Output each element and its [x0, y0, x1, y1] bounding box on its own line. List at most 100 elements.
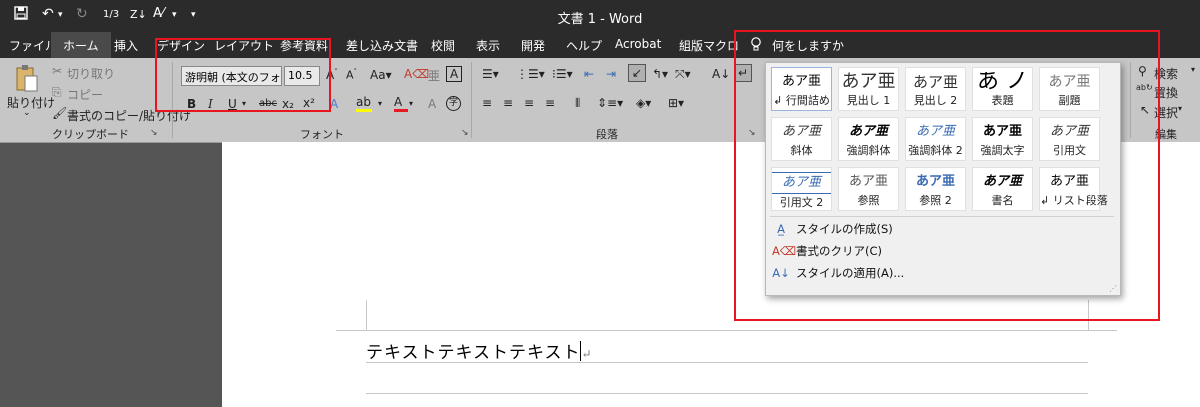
bold-button[interactable]: B: [187, 97, 196, 111]
enclose-character-icon[interactable]: 字: [446, 96, 461, 111]
paste-dropdown-icon[interactable]: ⌄: [23, 108, 31, 118]
tab-view[interactable]: 表示: [476, 37, 500, 54]
select-button[interactable]: 選択: [1154, 104, 1178, 121]
tell-me-search[interactable]: 何をしますか: [772, 37, 844, 54]
tab-insert[interactable]: 挿入: [114, 37, 138, 54]
text-effects-icon[interactable]: A: [330, 97, 338, 111]
style-name: 書名: [991, 194, 1014, 207]
style-tile[interactable]: あア亜 見出し 2: [905, 67, 966, 111]
tab-kumihan-macro[interactable]: 組版マクロ: [679, 37, 739, 54]
style-tile[interactable]: あア亜 書名: [972, 167, 1033, 211]
strikethrough-button[interactable]: abc: [259, 98, 277, 109]
style-tile[interactable]: あア亜 強調斜体: [838, 117, 899, 161]
multilevel-list-icon[interactable]: ⁝☰▾: [552, 67, 573, 81]
style-tile[interactable]: あア亜 斜体: [771, 117, 832, 161]
font-color-icon[interactable]: A: [394, 95, 408, 112]
grow-font-icon[interactable]: A˄: [326, 68, 338, 82]
tab-developer[interactable]: 開発: [521, 37, 545, 54]
tab-review[interactable]: 校閲: [431, 37, 455, 54]
create-style-icon: A̲: [777, 222, 785, 236]
cut-icon[interactable]: ✂: [52, 64, 62, 78]
highlight-color-icon[interactable]: ab: [356, 95, 372, 112]
change-case-icon[interactable]: Aa▾: [370, 68, 392, 82]
shrink-font-icon[interactable]: A˅: [346, 68, 357, 82]
apply-styles-menu-item[interactable]: A↓ スタイルの適用(A)...: [772, 265, 1112, 285]
font-color-dropdown-icon[interactable]: ▾: [409, 99, 413, 108]
italic-button[interactable]: I: [208, 97, 213, 111]
style-tile[interactable]: あ ノ表題: [972, 67, 1033, 111]
cut-button[interactable]: 切り取り: [67, 65, 115, 82]
sort-paragraph-icon[interactable]: ↰▾: [652, 67, 668, 81]
replace-button[interactable]: 置換: [1154, 84, 1178, 101]
style-sample: あア亜: [848, 174, 888, 189]
paste-button[interactable]: 貼り付け: [7, 94, 55, 111]
clear-all-formatting-icon[interactable]: A⌫: [404, 67, 429, 81]
create-style-menu-item[interactable]: A̲ スタイルの作成(S): [772, 221, 1112, 241]
style-tile[interactable]: あア亜 副題: [1039, 67, 1100, 111]
group-separator: [1130, 62, 1131, 138]
clipboard-launcher-icon[interactable]: ↘: [150, 128, 158, 138]
subscript-button[interactable]: x₂: [282, 97, 294, 111]
style-tile[interactable]: あア亜 参照 2: [905, 167, 966, 211]
align-left-icon[interactable]: ≡: [482, 96, 492, 110]
bullets-icon[interactable]: ☰▾: [482, 67, 499, 81]
borders-icon[interactable]: ⊞▾: [668, 96, 684, 110]
style-tile[interactable]: あア亜 参照: [838, 167, 899, 211]
resize-grip-icon[interactable]: ⋰: [1109, 284, 1117, 293]
tab-acrobat[interactable]: Acrobat: [615, 37, 661, 51]
underline-button[interactable]: U: [228, 97, 237, 111]
copy-button[interactable]: コピー: [67, 86, 103, 103]
paste-icon[interactable]: [14, 64, 40, 97]
tab-mailings[interactable]: 差し込み文書: [346, 37, 418, 54]
find-button[interactable]: 検索: [1154, 65, 1178, 82]
distributed-icon[interactable]: ⦀: [575, 96, 580, 111]
justify-icon[interactable]: ≡: [545, 96, 555, 110]
font-launcher-icon[interactable]: ↘: [461, 128, 469, 138]
tab-design[interactable]: デザイン: [157, 37, 205, 54]
replace-icon[interactable]: ab↻: [1136, 83, 1153, 92]
align-right-icon[interactable]: ≡: [524, 96, 534, 110]
tab-help[interactable]: ヘルプ: [566, 37, 602, 54]
line-spacing-icon[interactable]: ⇕≡▾: [597, 96, 623, 110]
highlight-dropdown-icon[interactable]: ▾: [378, 99, 382, 108]
underline-dropdown-icon[interactable]: ▾: [242, 99, 246, 108]
text-direction-icon[interactable]: ↙: [628, 64, 647, 82]
paragraph-launcher-icon[interactable]: ↘: [748, 128, 756, 138]
style-tile[interactable]: あア亜 見出し 1: [838, 67, 899, 111]
group-separator: [471, 62, 472, 138]
clear-formatting-menu-item[interactable]: A⌫書式のクリア(C): [772, 243, 1112, 263]
shading-icon[interactable]: ◈▾: [636, 96, 651, 110]
select-dropdown-icon[interactable]: ▾: [1178, 104, 1182, 113]
find-dropdown-icon[interactable]: ▾: [1191, 65, 1195, 74]
document-body-text[interactable]: テキストテキストテキスト↵: [366, 338, 593, 363]
style-tile[interactable]: あア亜 ↲ リスト段落: [1039, 167, 1108, 211]
asian-layout-icon[interactable]: ⤧▾: [675, 67, 691, 82]
tab-file[interactable]: ファイル: [9, 37, 57, 54]
increase-indent-icon[interactable]: ⇥: [606, 67, 616, 81]
sort-az-icon[interactable]: A↓: [712, 67, 730, 81]
tab-references[interactable]: 参考資料: [280, 37, 328, 54]
font-size-box[interactable]: 10.5: [284, 66, 320, 86]
tab-home[interactable]: ホーム: [51, 32, 111, 58]
style-tile[interactable]: あア亜 引用文 2: [771, 167, 832, 211]
decrease-indent-icon[interactable]: ⇤: [584, 67, 594, 81]
phonetic-guide-icon[interactable]: 亜: [428, 67, 440, 84]
format-painter-icon[interactable]: 🖌: [52, 106, 67, 120]
copy-icon[interactable]: ⎘: [52, 85, 62, 100]
select-icon[interactable]: ↖: [1140, 103, 1150, 117]
editing-group-label: 編集: [1155, 128, 1177, 141]
style-tile[interactable]: あア亜 強調斜体 2: [905, 117, 966, 161]
show-hide-marks-icon[interactable]: ↵: [734, 64, 753, 82]
character-shading-icon[interactable]: A: [428, 97, 436, 111]
find-icon[interactable]: ⚲: [1138, 64, 1147, 78]
character-border-icon[interactable]: A: [446, 66, 463, 82]
tab-layout[interactable]: レイアウト: [214, 37, 274, 54]
style-tile[interactable]: あア亜 引用文: [1039, 117, 1100, 161]
superscript-button[interactable]: x²: [303, 96, 315, 110]
align-center-icon[interactable]: ≡: [503, 96, 513, 110]
style-name: 強調太字: [980, 144, 1025, 157]
style-tile[interactable]: あア亜 ↲ 行間詰め: [771, 67, 832, 111]
font-name-box[interactable]: 游明朝 (本文のフォ: [181, 66, 282, 86]
numbering-icon[interactable]: ⋮☰▾: [516, 67, 545, 81]
style-tile[interactable]: あア亜 強調太字: [972, 117, 1033, 161]
